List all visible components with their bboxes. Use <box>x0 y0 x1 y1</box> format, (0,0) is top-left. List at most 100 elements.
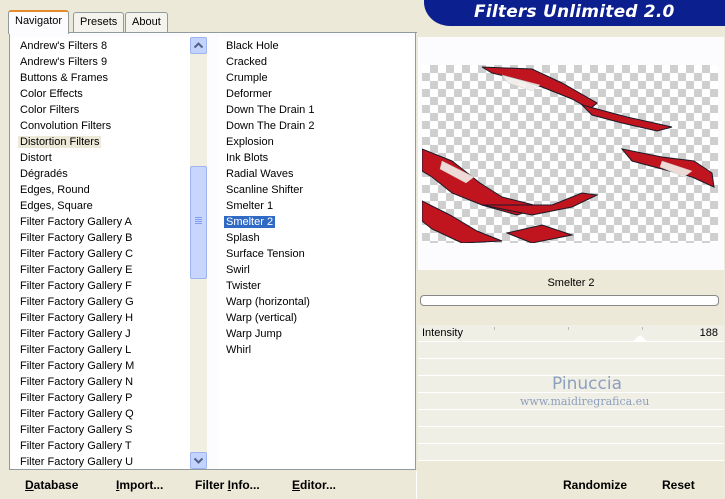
list-item[interactable]: Smelter 2 <box>218 214 412 230</box>
list-item[interactable]: Andrew's Filters 9 <box>12 54 190 70</box>
list-item[interactable]: Filter Factory Gallery Q <box>12 406 190 422</box>
param-row-empty <box>418 410 724 427</box>
list-item-label: Explosion <box>226 136 274 148</box>
list-item-label: Twister <box>226 280 261 292</box>
list-item[interactable]: Deformer <box>218 86 412 102</box>
grip-icon <box>195 217 202 225</box>
list-item-label: Filter Factory Gallery C <box>20 248 134 260</box>
list-item[interactable]: Warp Jump <box>218 326 412 342</box>
list-item[interactable]: Filter Factory Gallery F <box>12 278 190 294</box>
list-item[interactable]: Warp (vertical) <box>218 310 412 326</box>
category-list[interactable]: Andrew's Filters 8 Andrew's Filters 9 Butt… <box>12 37 190 469</box>
list-item[interactable]: Filter Factory Gallery J <box>12 326 190 342</box>
category-scrollbar[interactable] <box>190 37 207 469</box>
list-item-label: Distortion Filters <box>18 136 102 148</box>
list-item-label: Splash <box>226 232 260 244</box>
param-label: Intensity <box>422 327 463 339</box>
list-item[interactable]: Distort <box>12 150 190 166</box>
list-item[interactable]: Scanline Shifter <box>218 182 412 198</box>
list-item[interactable]: Buttons & Frames <box>12 70 190 86</box>
list-item[interactable]: Andrew's Filters 8 <box>12 38 190 54</box>
list-item[interactable]: Filter Factory Gallery H <box>12 310 190 326</box>
list-item[interactable]: Cracked <box>218 54 412 70</box>
list-item-label: Buttons & Frames <box>20 72 109 84</box>
list-item[interactable]: Ink Blots <box>218 150 412 166</box>
param-row-empty <box>418 444 724 461</box>
list-item[interactable]: Explosion <box>218 134 412 150</box>
list-item[interactable]: Filter Factory Gallery G <box>12 294 190 310</box>
title-banner: Filters Unlimited 2.0 <box>424 0 725 26</box>
list-item[interactable]: Filter Factory Gallery U <box>12 454 190 469</box>
tab-about[interactable]: About <box>125 12 168 33</box>
list-item[interactable]: Filter Factory Gallery T <box>12 438 190 454</box>
list-item[interactable]: Filter Factory Gallery A <box>12 214 190 230</box>
slider-arrow-icon[interactable] <box>632 335 648 342</box>
param-row-empty <box>418 342 724 359</box>
app-title: Filters Unlimited 2.0 <box>474 2 675 22</box>
preview-image <box>422 65 718 243</box>
list-item[interactable]: Distortion Filters <box>12 134 190 150</box>
import-button[interactable]: Import... <box>116 478 163 492</box>
param-intensity[interactable]: Intensity 188 <box>418 325 724 342</box>
list-item-label: Warp (vertical) <box>226 312 298 324</box>
list-item-label: Deformer <box>226 88 272 100</box>
scroll-down-button[interactable] <box>190 452 207 469</box>
list-item-label: Ink Blots <box>226 152 269 164</box>
list-item[interactable]: Filter Factory Gallery P <box>12 390 190 406</box>
list-item-label: Smelter 1 <box>226 200 274 212</box>
list-item-label: Filter Factory Gallery L <box>20 344 132 356</box>
database-button[interactable]: Database <box>25 478 78 492</box>
list-item[interactable]: Convolution Filters <box>12 118 190 134</box>
list-item[interactable]: Edges, Round <box>12 182 190 198</box>
list-item-label: Warp (horizontal) <box>226 296 310 308</box>
list-item-label: Filter Factory Gallery T <box>20 440 132 452</box>
filter-info-button[interactable]: Filter Info... <box>195 478 260 492</box>
list-item[interactable]: Warp (horizontal) <box>218 294 412 310</box>
list-item-label: Filter Factory Gallery N <box>20 376 134 388</box>
list-item[interactable]: Filter Factory Gallery N <box>12 374 190 390</box>
list-item[interactable]: Color Filters <box>12 102 190 118</box>
list-item-label: Down The Drain 1 <box>226 104 315 116</box>
list-item[interactable]: Smelter 1 <box>218 198 412 214</box>
list-item[interactable]: Splash <box>218 230 412 246</box>
list-item-label: Filter Factory Gallery M <box>20 360 135 372</box>
scroll-thumb[interactable] <box>190 166 207 279</box>
scroll-up-button[interactable] <box>190 37 207 54</box>
list-item[interactable]: Down The Drain 2 <box>218 118 412 134</box>
list-item[interactable]: Black Hole <box>218 38 412 54</box>
list-item[interactable]: Dégradés <box>12 166 190 182</box>
list-item-label: Andrew's Filters 8 <box>20 40 108 52</box>
filter-list[interactable]: Black Hole Cracked Crumple Deformer Down The… <box>218 37 412 469</box>
current-filter-name: Smelter 2 <box>547 277 595 289</box>
list-item-label: Black Hole <box>226 40 279 52</box>
list-item-label: Filter Factory Gallery F <box>20 280 132 292</box>
tab-navigator[interactable]: Navigator <box>8 10 70 34</box>
list-item[interactable]: Filter Factory Gallery C <box>12 246 190 262</box>
tab-presets[interactable]: Presets <box>73 12 125 33</box>
list-item[interactable]: Filter Factory Gallery M <box>12 358 190 374</box>
watermark-url: www.maidiregrafica.eu <box>520 395 650 408</box>
list-item[interactable]: Radial Waves <box>218 166 412 182</box>
editor-button[interactable]: Editor... <box>292 478 336 492</box>
separator <box>416 471 417 499</box>
list-item-label: Filter Factory Gallery P <box>20 392 133 404</box>
list-item[interactable]: Surface Tension <box>218 246 412 262</box>
randomize-button[interactable]: Randomize <box>563 478 627 492</box>
effect-preview-art <box>422 66 715 243</box>
list-item[interactable]: Twister <box>218 278 412 294</box>
list-item[interactable]: Edges, Square <box>12 198 190 214</box>
list-item[interactable]: Filter Factory Gallery E <box>12 262 190 278</box>
list-item[interactable]: Filter Factory Gallery L <box>12 342 190 358</box>
list-item-label: Filter Factory Gallery E <box>20 264 133 276</box>
list-item[interactable]: Filter Factory Gallery S <box>12 422 190 438</box>
list-item-label: Edges, Round <box>20 184 90 196</box>
list-item-label: Whirl <box>226 344 252 356</box>
list-item[interactable]: Color Effects <box>12 86 190 102</box>
list-item-label: Convolution Filters <box>20 120 112 132</box>
list-item[interactable]: Filter Factory Gallery B <box>12 230 190 246</box>
reset-button[interactable]: Reset <box>662 478 695 492</box>
list-item[interactable]: Down The Drain 1 <box>218 102 412 118</box>
list-item[interactable]: Swirl <box>218 262 412 278</box>
list-item[interactable]: Whirl <box>218 342 412 358</box>
list-item[interactable]: Crumple <box>218 70 412 86</box>
